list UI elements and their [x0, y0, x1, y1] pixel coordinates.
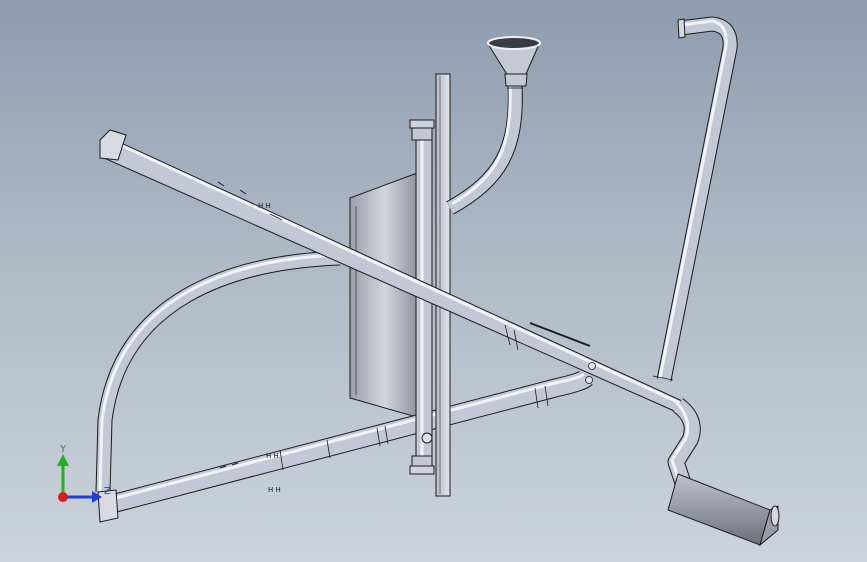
- back-panel: [349, 171, 421, 419]
- triad-origin: [58, 492, 68, 502]
- funnel-pipe: [446, 84, 523, 215]
- svg-text:H H: H H: [258, 202, 271, 210]
- triad-y-arrow: [57, 454, 69, 466]
- cad-viewport[interactable]: H H H H H H Y Z: [0, 0, 867, 562]
- triad-y-label: Y: [59, 444, 67, 455]
- muffler-box: [667, 473, 780, 547]
- cad-model-scene[interactable]: H H H H H H Y Z: [0, 0, 867, 562]
- triad-z-label: Z: [104, 486, 111, 497]
- outlet-elbow: [667, 398, 701, 489]
- funnel: [487, 36, 541, 87]
- svg-text:H H: H H: [268, 486, 281, 494]
- vertical-plate: [435, 73, 451, 497]
- lower-diagonal-pipe: H H H H: [105, 370, 593, 515]
- svg-text:H H: H H: [266, 452, 279, 460]
- right-riser-pipe: [652, 16, 738, 382]
